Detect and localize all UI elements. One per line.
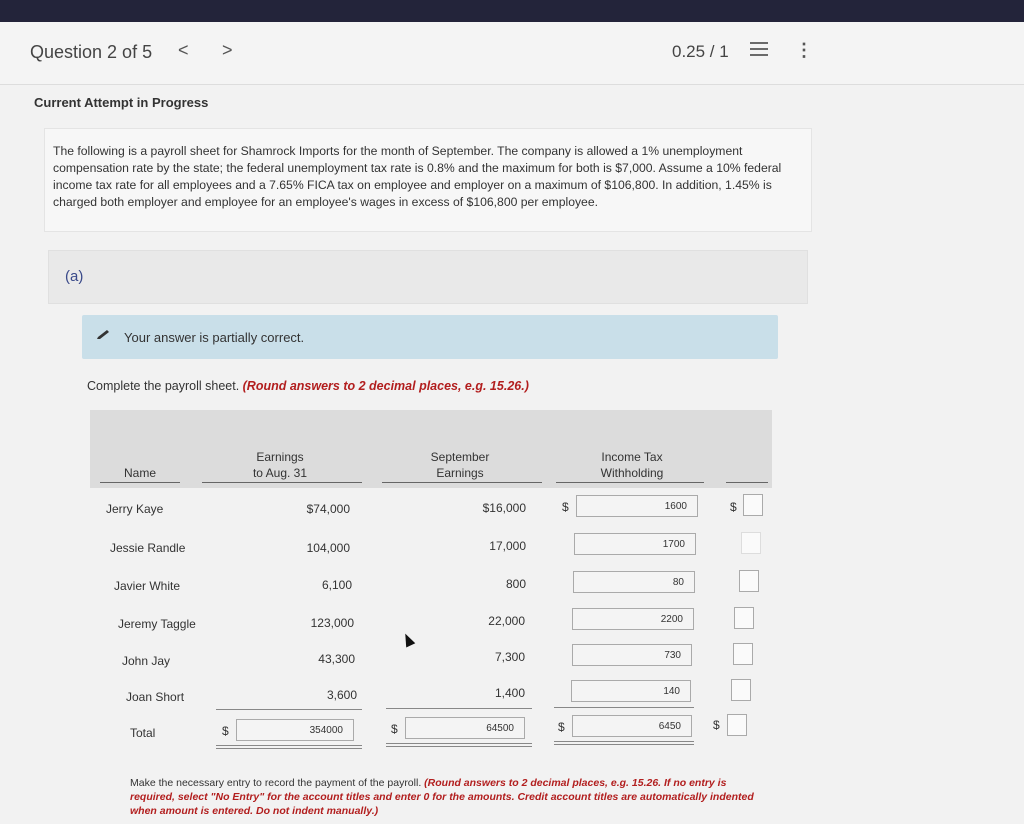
dollar-sign: $ xyxy=(713,718,720,732)
withholding-input[interactable]: 140 xyxy=(571,680,691,702)
header-underline xyxy=(726,482,768,483)
next-column-input[interactable] xyxy=(731,679,751,701)
total-next-column-input[interactable] xyxy=(727,714,747,736)
attempt-status: Current Attempt in Progress xyxy=(34,95,209,110)
total-rule xyxy=(216,709,362,710)
double-rule xyxy=(554,744,694,745)
header-earnings-line2: to Aug. 31 xyxy=(252,466,308,480)
next-column-input[interactable] xyxy=(741,532,761,554)
header-underline xyxy=(556,482,704,483)
dollar-sign: $ xyxy=(222,724,229,738)
row-september: 7,300 xyxy=(494,650,525,664)
part-label: (a) xyxy=(65,268,84,285)
total-label: Total xyxy=(130,726,156,740)
next-column-input[interactable] xyxy=(743,494,763,516)
dollar-sign: $ xyxy=(730,500,737,514)
total-september-input[interactable]: 64500 xyxy=(405,717,525,739)
next-question-icon[interactable]: > xyxy=(222,40,233,61)
instruction-text: Complete the payroll sheet. xyxy=(87,379,243,393)
row-earnings: 43,300 xyxy=(318,652,355,666)
payroll-table-header: Name Earnings to Aug. 31 September Earni… xyxy=(90,410,772,488)
problem-text: The following is a payroll sheet for Sha… xyxy=(53,144,782,209)
total-rule xyxy=(386,708,532,709)
question-counter: Question 2 of 5 xyxy=(30,42,153,62)
question-header: Question 2 of 5 < > 0.25 / 1 ⋮ xyxy=(0,22,1024,85)
row-earnings: 6,100 xyxy=(321,578,352,592)
next-column-input[interactable] xyxy=(734,607,754,629)
more-options-icon[interactable]: ⋮ xyxy=(795,40,813,61)
header-tax-line1: Income Tax xyxy=(601,450,663,464)
total-earnings-input[interactable]: 354000 xyxy=(236,719,354,741)
row-earnings: $74,000 xyxy=(306,502,350,516)
withholding-input[interactable]: 1700 xyxy=(574,533,696,555)
score: 0.25 / 1 xyxy=(672,42,729,61)
next-column-input[interactable] xyxy=(739,570,759,592)
header-tax-line2: Withholding xyxy=(600,466,664,480)
feedback-text: Your answer is partially correct. xyxy=(124,330,305,345)
header-earnings-line1: Earnings xyxy=(256,450,304,464)
withholding-input[interactable]: 730 xyxy=(572,644,692,666)
journal-entry-instruction: Make the necessary entry to record the p… xyxy=(130,776,760,818)
dollar-sign: $ xyxy=(558,720,565,734)
next-column-input[interactable] xyxy=(733,643,753,665)
row-september: 800 xyxy=(505,577,526,591)
pencil-icon xyxy=(97,330,109,339)
withholding-input[interactable]: 1600 xyxy=(576,495,698,517)
part-header[interactable]: (a) xyxy=(48,250,808,304)
instruction: Complete the payroll sheet. (Round answe… xyxy=(87,379,529,393)
header-underline xyxy=(100,482,180,483)
row-earnings: 104,000 xyxy=(306,541,350,555)
footnote-text: Make the necessary entry to record the p… xyxy=(130,777,425,789)
double-rule xyxy=(386,743,532,744)
problem-statement: The following is a payroll sheet for Sha… xyxy=(44,128,812,232)
instruction-emphasis: (Round answers to 2 decimal places, e.g.… xyxy=(242,379,529,393)
row-earnings: 123,000 xyxy=(310,616,354,630)
double-rule xyxy=(216,748,362,749)
row-september: 17,000 xyxy=(489,539,526,553)
header-underline xyxy=(202,482,362,483)
row-september: $16,000 xyxy=(482,501,526,515)
double-rule xyxy=(216,745,362,746)
dollar-sign: $ xyxy=(391,722,398,736)
top-bar xyxy=(0,0,1024,22)
row-name: Joan Short xyxy=(126,690,185,704)
double-rule xyxy=(386,746,532,747)
question-list-icon[interactable] xyxy=(750,42,768,58)
row-name: Jerry Kaye xyxy=(106,502,164,516)
header-name: Name xyxy=(123,466,156,480)
row-name: Javier White xyxy=(114,579,181,593)
header-underline xyxy=(382,482,542,483)
feedback-banner: Your answer is partially correct. xyxy=(82,315,778,359)
mouse-cursor-icon xyxy=(400,631,416,648)
previous-question-icon[interactable]: < xyxy=(178,40,189,61)
row-earnings: 3,600 xyxy=(326,688,357,702)
header-september-line2: Earnings xyxy=(436,466,484,480)
double-rule xyxy=(554,741,694,742)
dollar-sign: $ xyxy=(562,500,569,514)
row-september: 22,000 xyxy=(488,614,525,628)
withholding-input[interactable]: 80 xyxy=(573,571,695,593)
row-september: 1,400 xyxy=(494,686,525,700)
row-name: John Jay xyxy=(122,654,171,668)
header-september-line1: September xyxy=(430,450,490,464)
row-name: Jessie Randle xyxy=(110,541,186,555)
total-rule xyxy=(554,707,694,708)
total-withholding-input[interactable]: 6450 xyxy=(572,715,692,737)
row-name: Jeremy Taggle xyxy=(118,617,196,631)
withholding-input[interactable]: 2200 xyxy=(572,608,694,630)
